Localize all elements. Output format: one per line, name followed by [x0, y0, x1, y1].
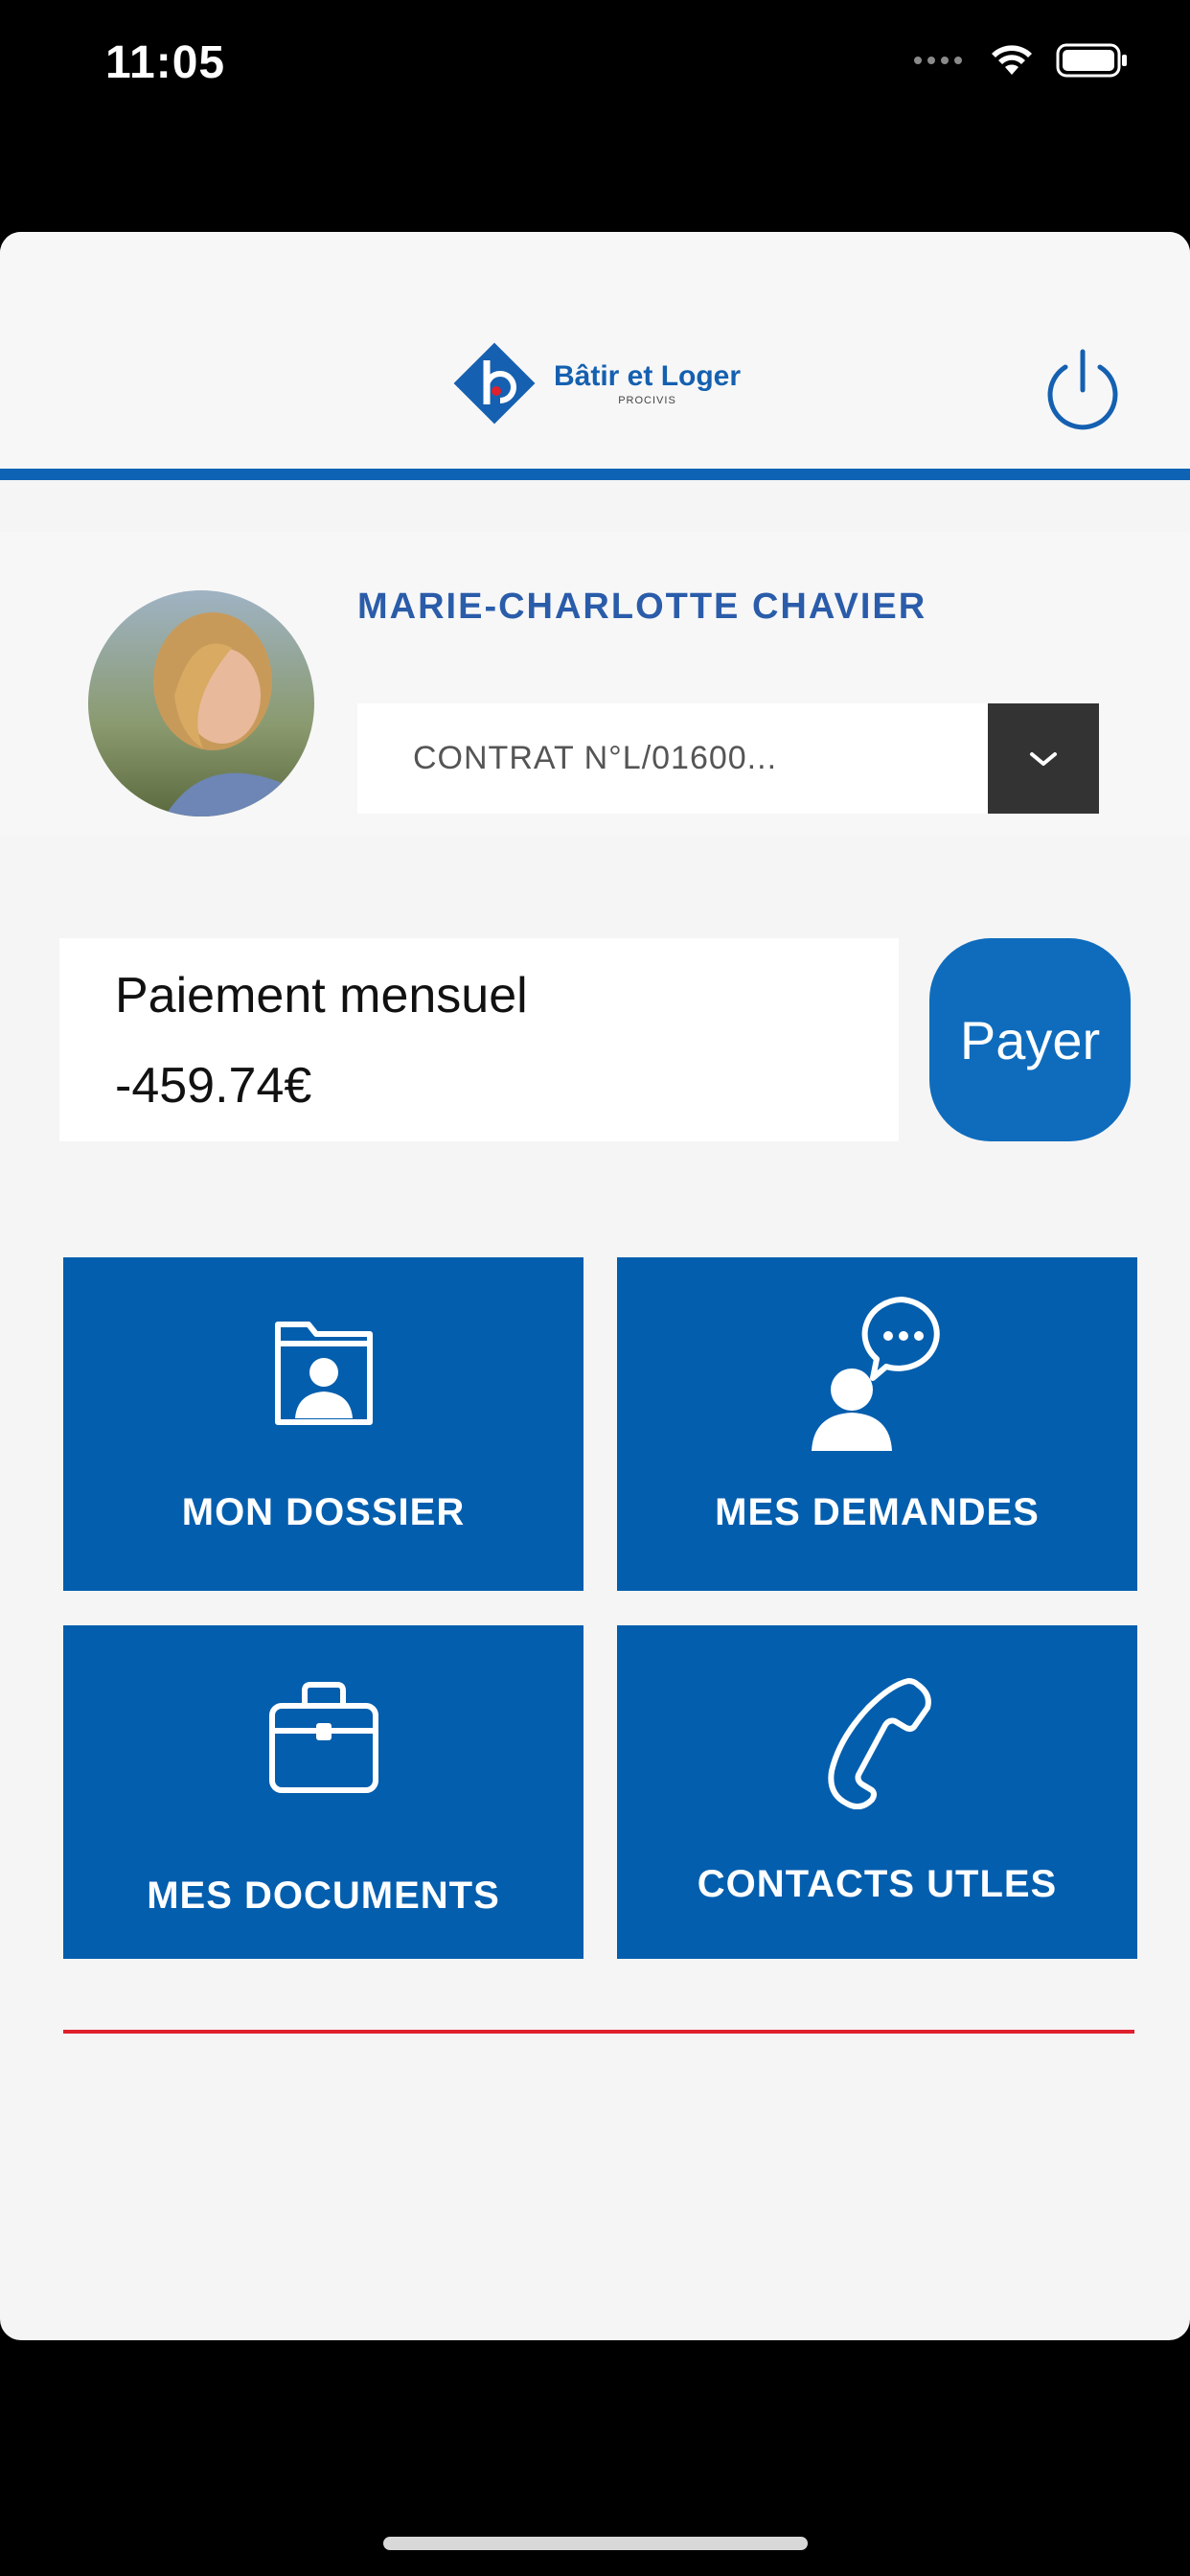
tile-label: MON DOSSIER	[181, 1491, 466, 1533]
user-chat-icon	[811, 1297, 940, 1451]
signal-icon	[914, 57, 962, 64]
tile-mon-dossier[interactable]: MON DOSSIER	[63, 1257, 584, 1591]
phone-icon	[827, 1678, 931, 1809]
tile-contacts-utiles[interactable]: CONTACTS UTLES	[617, 1625, 1137, 1959]
header-divider	[0, 469, 1190, 480]
tile-label: MES DEMANDES	[715, 1491, 1040, 1533]
tile-mes-documents[interactable]: MES DOCUMENTS	[63, 1625, 584, 1959]
wifi-icon	[992, 45, 1032, 75]
pay-button[interactable]: Payer	[929, 938, 1131, 1141]
footer-divider	[63, 2030, 1134, 2034]
payment-label: Paiement mensuel	[115, 968, 528, 1024]
user-name: MARIE-CHARLOTTE CHAVIER	[357, 586, 927, 627]
brand-logo: Bâtir et Loger PROCIVIS	[448, 337, 741, 429]
contract-dropdown-button[interactable]	[988, 703, 1099, 814]
contract-select[interactable]: CONTRAT N°L/01600...	[357, 703, 1099, 814]
battery-icon	[1056, 43, 1127, 78]
home-indicator[interactable]	[383, 2537, 808, 2550]
contract-value: CONTRAT N°L/01600...	[413, 740, 778, 776]
power-icon[interactable]	[1035, 342, 1131, 438]
app-header: Bâtir et Loger PROCIVIS	[0, 232, 1190, 472]
payment-card: Paiement mensuel -459.74€	[59, 938, 899, 1141]
tile-label: CONTACTS UTLES	[697, 1863, 1058, 1905]
payment-amount: -459.74€	[115, 1058, 312, 1114]
folder-user-icon	[274, 1322, 373, 1425]
logo-mark-icon	[453, 342, 536, 425]
app-screen: 11:05 Bâtir et Loger PROCIVIS MARIE-CHAR…	[0, 0, 1190, 2576]
logo-subtitle: PROCIVIS	[618, 395, 676, 406]
tile-mes-demandes[interactable]: MES DEMANDES	[617, 1257, 1137, 1591]
avatar	[88, 590, 314, 816]
avatar-image	[88, 590, 314, 816]
status-time: 11:05	[105, 37, 226, 88]
logo-title: Bâtir et Loger	[554, 360, 742, 392]
chevron-down-icon	[1030, 751, 1057, 766]
status-icons	[912, 42, 1129, 79]
tile-label: MES DOCUMENTS	[147, 1874, 500, 1917]
briefcase-icon	[268, 1682, 378, 1793]
